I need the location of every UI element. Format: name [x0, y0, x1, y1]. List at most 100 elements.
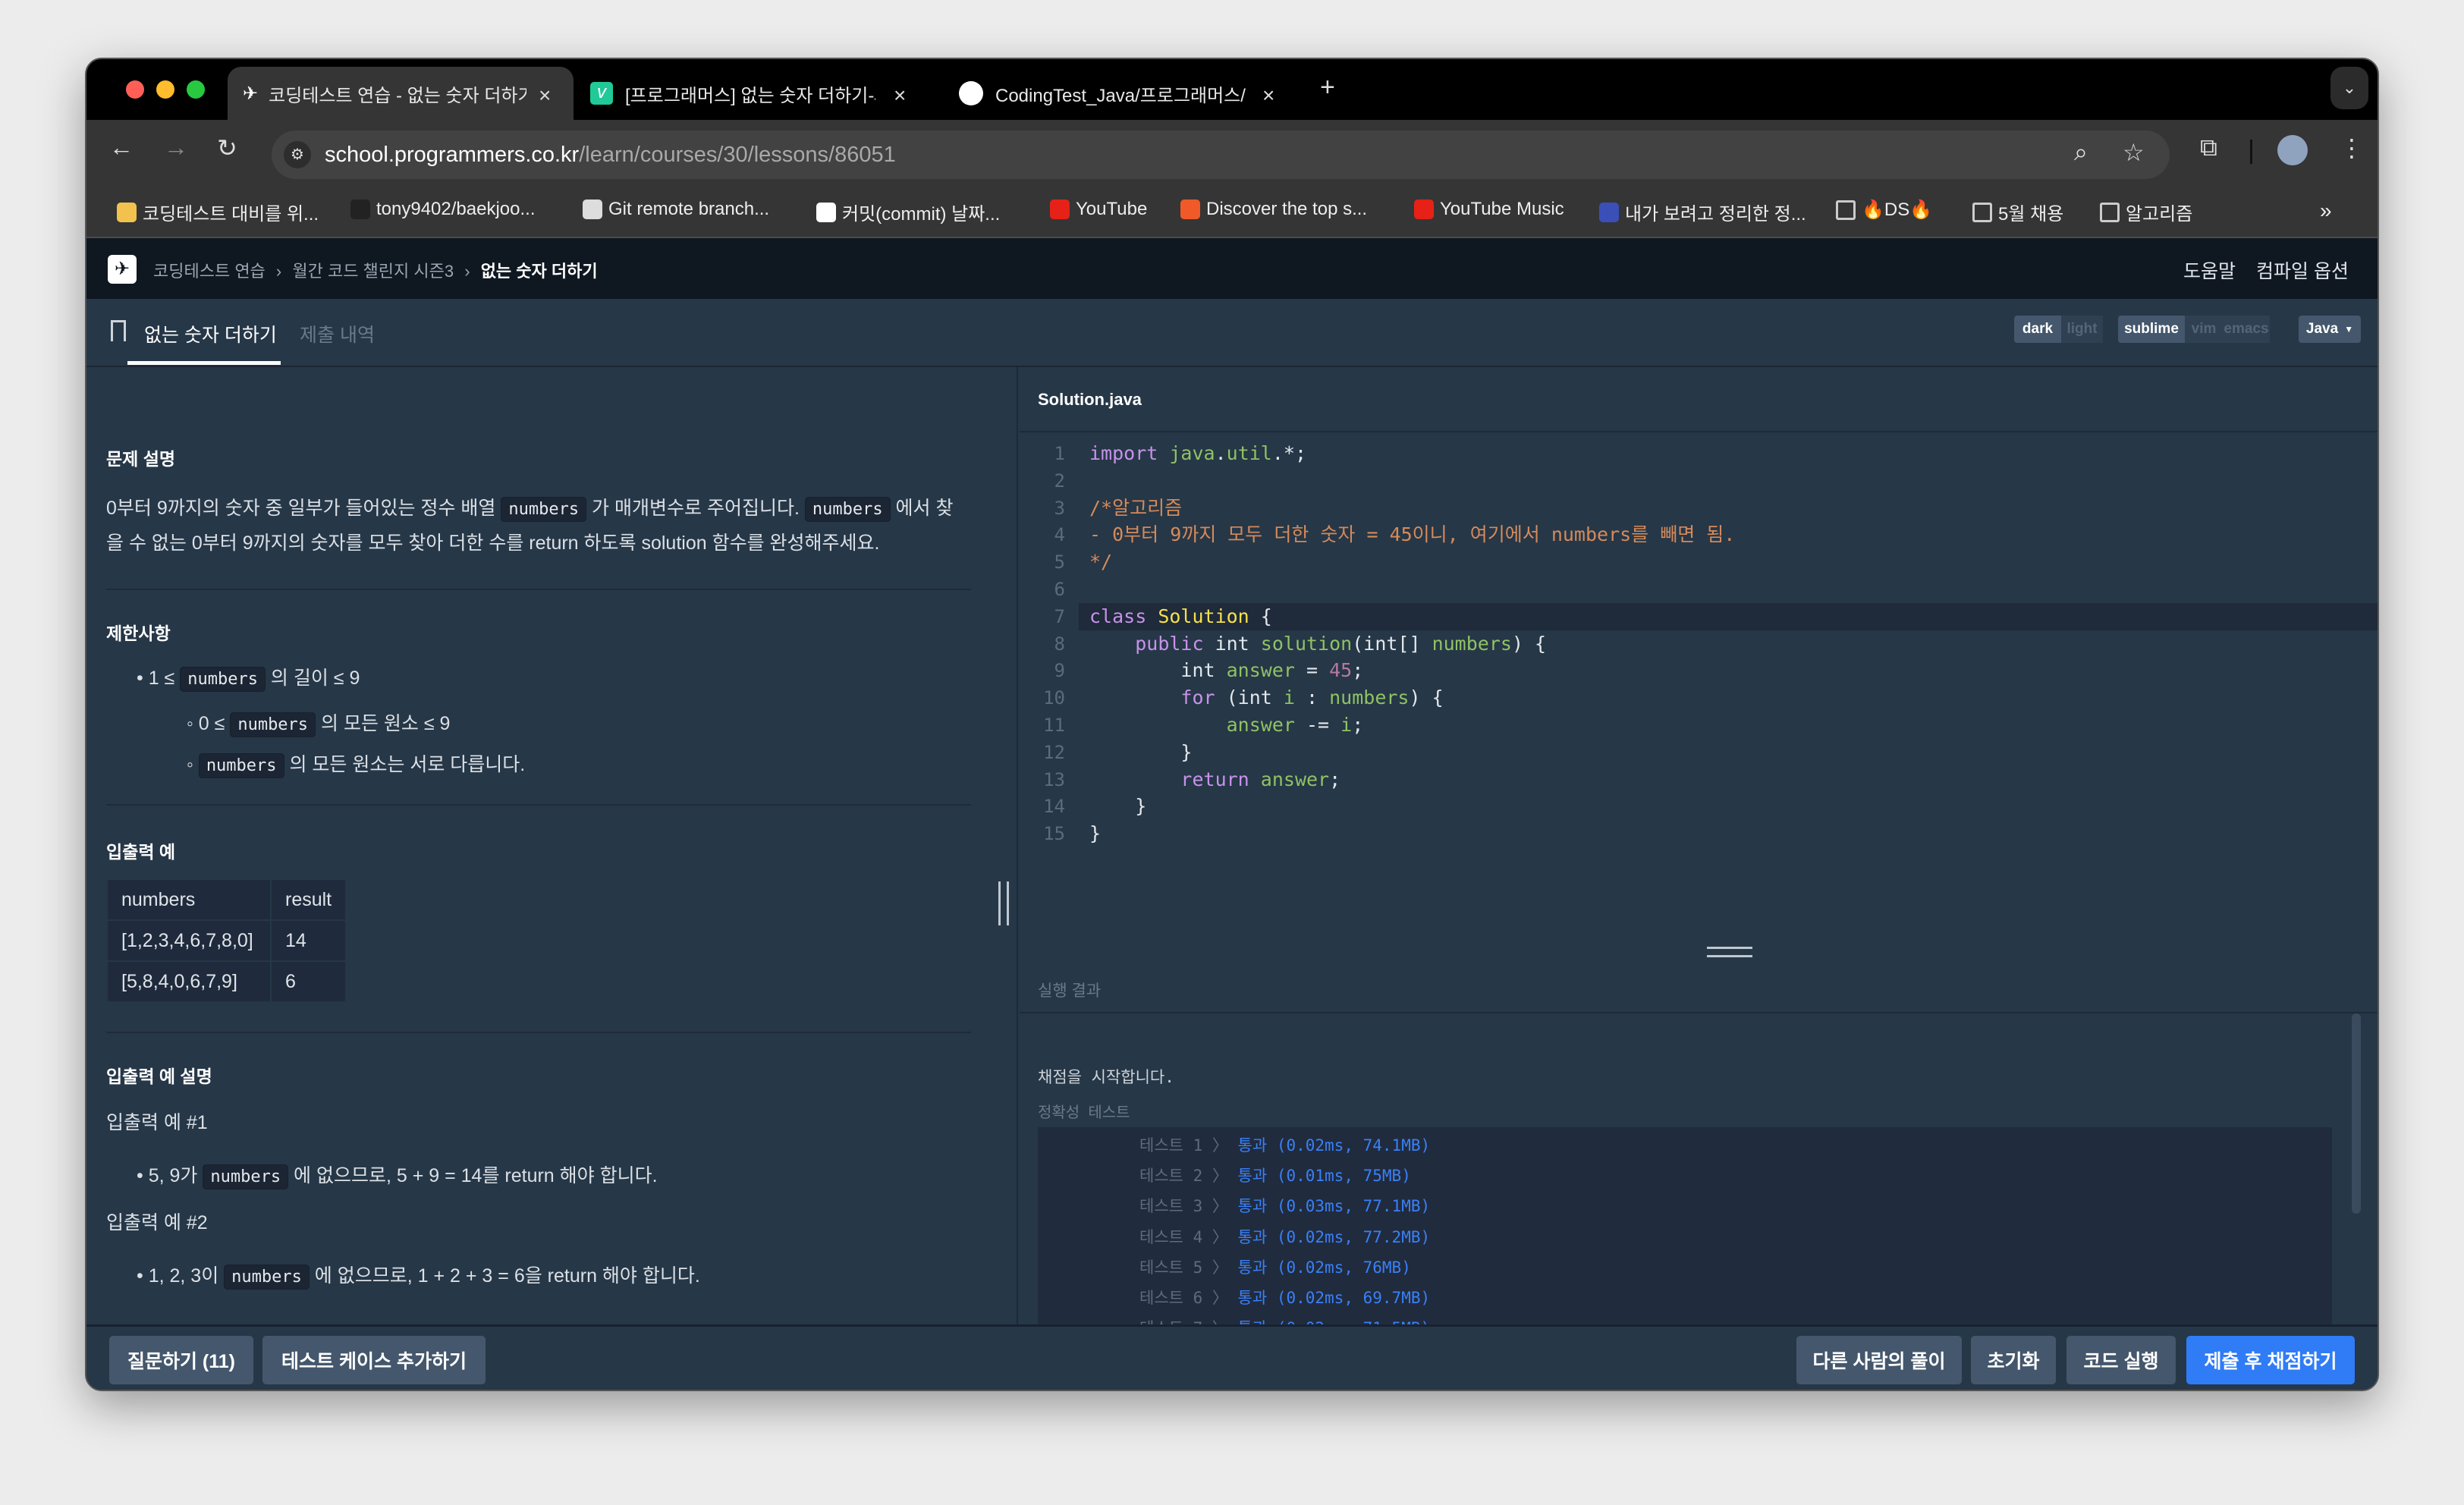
code-line[interactable]: public int solution(int[] numbers) { [1089, 630, 1546, 658]
programmers-favicon-icon: ✈ [243, 83, 259, 104]
tab-problem[interactable]: 없는 숫자 더하기 [144, 320, 277, 347]
section-title: 제한사항 [106, 624, 171, 643]
code-token: answer [1226, 659, 1295, 682]
bookmark-item[interactable]: YouTube [1050, 199, 1147, 220]
profile-avatar[interactable] [2277, 135, 2308, 165]
test-detail: (0.02ms, 76MB) [1276, 1258, 1411, 1277]
code-line[interactable]: for (int i : numbers) { [1089, 684, 1443, 712]
chevron-right-icon: › [275, 262, 282, 281]
bookmark-item[interactable]: Git remote branch... [583, 199, 769, 220]
maximize-window-button[interactable] [187, 80, 205, 99]
test-label: 테스트 4 〉 [1139, 1227, 1228, 1246]
code-token: - 0부터 9까지 모두 더한 숫자 = 45이니, 여기에서 numbers를… [1089, 523, 1736, 546]
close-tab-icon[interactable]: × [1262, 83, 1274, 108]
bookmark-item[interactable]: 코딩테스트 대비를 위... [117, 199, 319, 225]
close-tab-icon[interactable]: × [894, 83, 906, 108]
code-token: ) { [1511, 632, 1547, 655]
keymap-sublime-option[interactable]: sublime [2118, 316, 2185, 343]
theme-light-option[interactable]: light [2061, 316, 2103, 343]
code-line[interactable]: } [1089, 739, 1192, 766]
zoom-icon[interactable]: ⌕ [2074, 138, 2088, 167]
code-token: (int [1215, 687, 1284, 709]
bookmark-item[interactable]: Discover the top s... [1180, 199, 1367, 220]
bookmark-item[interactable]: tony9402/baekjoo... [350, 199, 536, 220]
inline-code: numbers [224, 1265, 310, 1290]
other-solutions-button[interactable]: 다른 사람의 풀이 [1796, 1336, 1962, 1384]
run-code-button[interactable]: 코드 실행 [2066, 1336, 2176, 1384]
bookmark-item[interactable]: 5월 채용 [1972, 199, 2063, 225]
more-bookmarks-button[interactable]: » [2320, 199, 2332, 223]
constraint-item: ◦ numbers 의 모든 원소는 서로 다릅니다. [187, 749, 525, 778]
keymap-emacs-option[interactable]: emacs [2223, 316, 2270, 343]
back-icon[interactable]: ← [109, 134, 134, 162]
code-token: java [1169, 442, 1215, 464]
code-line[interactable]: } [1089, 820, 1101, 847]
add-testcase-button[interactable]: 테스트 케이스 추가하기 [262, 1336, 486, 1384]
browser-tab-1[interactable]: ✈ 코딩테스트 연습 - 없는 숫자 더하기 × [228, 67, 574, 120]
bookmark-item[interactable]: 🔥DS🔥 [1836, 199, 1932, 221]
reload-icon[interactable]: ↻ [217, 134, 237, 162]
code-line[interactable]: - 0부터 9까지 모두 더한 숫자 = 45이니, 여기에서 numbers를… [1089, 521, 1735, 548]
language-select[interactable]: Java ▼ [2299, 316, 2361, 343]
description-text: 을 수 없는 0부터 9까지의 숫자를 모두 찾아 더한 수를 return 하… [106, 528, 879, 555]
code-line[interactable]: } [1089, 793, 1146, 820]
test-result-row: 테스트 2 〉 통과 (0.01ms, 75MB) [1139, 1164, 1411, 1186]
address-bar[interactable]: ⚙ school.programmers.co.kr/learn/courses… [272, 130, 2170, 179]
bookmark-favicon-icon [816, 202, 836, 222]
code-token: */ [1089, 551, 1113, 573]
code-token: } [1089, 740, 1193, 763]
code-editor[interactable]: 1 import java.util.*; 2 3 /*알고리즘 4 - 0부터 9까지 모… [1020, 440, 2378, 880]
ask-question-button[interactable]: 질문하기 (11) [109, 1336, 253, 1384]
theme-dark-option[interactable]: dark [2014, 316, 2061, 343]
code-line[interactable]: import java.util.*; [1089, 440, 1306, 467]
panel-resize-handle[interactable] [998, 881, 1009, 925]
bookmark-item[interactable]: 커밋(commit) 날짜... [816, 199, 1000, 225]
editor-resize-handle[interactable] [1707, 947, 1752, 957]
close-window-button[interactable] [126, 80, 144, 99]
bookmark-star-icon[interactable]: ☆ [2123, 138, 2145, 167]
test-label: 테스트 2 〉 [1139, 1167, 1228, 1186]
code-token: int [1089, 659, 1227, 682]
code-token: i [1283, 687, 1295, 709]
breadcrumb-item[interactable]: 코딩테스트 연습 [153, 262, 266, 281]
forward-icon[interactable]: → [164, 134, 188, 162]
bookmark-item[interactable]: 알고리즘 [2100, 199, 2192, 225]
code-token: answer [1226, 714, 1295, 736]
keymap-vim-option[interactable]: vim [2185, 316, 2223, 343]
browser-menu-icon[interactable]: ⋮ [2340, 134, 2364, 162]
tab-submissions[interactable]: 제출 내역 [300, 320, 375, 347]
close-tab-icon[interactable]: × [539, 83, 551, 108]
bookmark-icon[interactable] [111, 320, 126, 341]
code-token: = [1294, 659, 1330, 682]
browser-tab-3[interactable]: CodingTest_Java/프로그래머스/ × [959, 67, 1293, 120]
tab-search-chevron-icon[interactable]: ⌄ [2330, 67, 2368, 109]
bookmark-item[interactable]: 내가 보려고 정리한 정... [1599, 199, 1806, 225]
submit-button[interactable]: 제출 후 채점하기 [2186, 1336, 2355, 1384]
accuracy-test-label: 정확성 테스트 [1038, 1104, 1130, 1121]
code-line[interactable]: */ [1089, 548, 1112, 576]
bookmark-item[interactable]: YouTube Music [1414, 199, 1564, 220]
code-line[interactable]: class Solution { [1089, 603, 1272, 630]
code-token: solution [1260, 632, 1353, 655]
results-scrollbar[interactable] [2352, 1013, 2361, 1214]
site-info-icon[interactable]: ⚙ [284, 141, 311, 168]
new-tab-button[interactable]: + [1320, 73, 1335, 102]
line-number: 10 [1043, 687, 1065, 709]
minimize-window-button[interactable] [156, 80, 174, 99]
code-line[interactable]: int answer = 45; [1089, 657, 1363, 684]
folder-icon [1972, 202, 1992, 222]
extensions-icon[interactable]: ⧉ [2200, 134, 2217, 162]
browser-tab-2[interactable]: v [프로그래머스] 없는 숫자 더하기-J × [590, 67, 924, 120]
code-line[interactable]: answer -= i; [1089, 712, 1364, 739]
programmers-logo[interactable]: ✈ [108, 255, 137, 284]
test-label: 테스트 5 〉 [1139, 1258, 1228, 1277]
examples-table: numbers result [1,2,3,4,6,7,8,0] 14 [5,8,4,0… [106, 878, 347, 1003]
help-link[interactable]: 도움말 [2183, 256, 2236, 284]
active-line-highlight [1079, 602, 2378, 630]
breadcrumb-item[interactable]: 월간 코드 챌린지 시즌3 [292, 262, 454, 281]
code-line[interactable]: /*알고리즘 [1089, 495, 1182, 522]
compile-options-link[interactable]: 컴파일 옵션 [2256, 256, 2349, 284]
reset-button[interactable]: 초기화 [1971, 1336, 2056, 1384]
code-line[interactable]: return answer; [1089, 766, 1340, 793]
